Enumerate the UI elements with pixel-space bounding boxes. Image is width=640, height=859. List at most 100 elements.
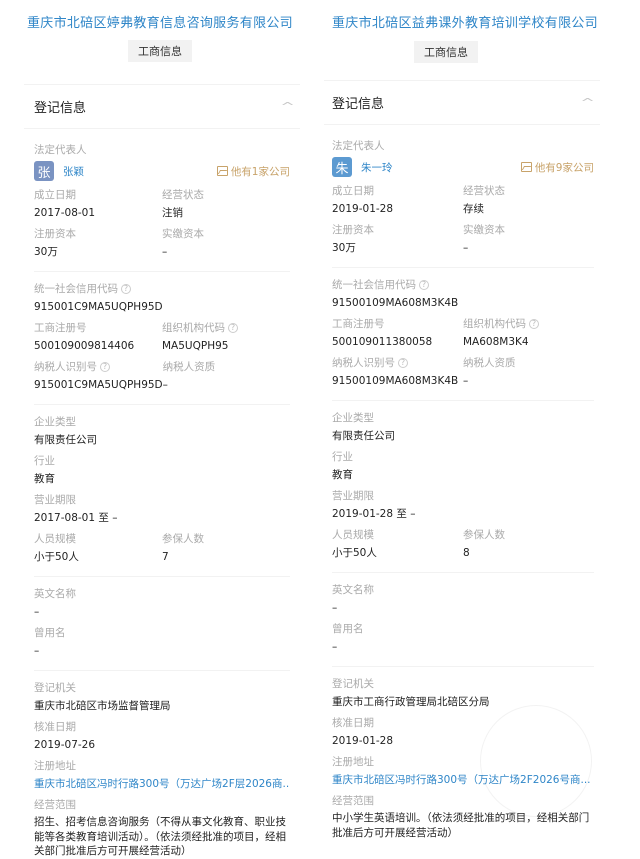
divider — [332, 666, 594, 667]
approval-date-value: 2019-07-26 — [34, 739, 96, 751]
other-companies-link[interactable]: 他有9家公司 — [520, 160, 594, 175]
registration-content: 法定代表人 朱 朱一玲 他有9家公司 成立日期 2019-01-28 经营状态 … — [320, 139, 640, 840]
address-label: 注册地址 — [34, 760, 76, 772]
paid-capital-label: 实缴资本 — [463, 224, 505, 236]
status-value: 存续 — [463, 203, 484, 215]
collapse-chevron-icon[interactable]: ^ — [580, 96, 595, 109]
registration-content: 法定代表人 张 张颖 他有1家公司 成立日期 2017-08-01 经营状态 注… — [0, 143, 320, 859]
taxpayer-id-label: 纳税人识别号 — [34, 361, 97, 373]
english-name-label: 英文名称 — [332, 584, 374, 596]
staff-size-value: 小于50人 — [332, 547, 377, 559]
term-label: 营业期限 — [332, 490, 374, 502]
divider — [34, 576, 290, 577]
reg-no-value: 500109009814406 — [34, 340, 135, 352]
avatar: 张 — [34, 161, 54, 181]
org-code-value: MA5UQPH95 — [162, 340, 229, 352]
industry-value: 教育 — [332, 469, 353, 481]
help-icon[interactable]: ? — [419, 280, 429, 290]
founded-label: 成立日期 — [332, 185, 374, 197]
avatar: 朱 — [332, 157, 352, 177]
legal-rep-name-link[interactable]: 张颖 — [63, 164, 84, 179]
insured-label: 参保人数 — [463, 529, 505, 541]
address-link[interactable]: 重庆市北碚区冯时行路300号（万达广场2F层2026商... — [34, 777, 290, 791]
reg-capital-label: 注册资本 — [34, 228, 76, 240]
taxpayer-qual-label: 纳税人资质 — [463, 357, 516, 369]
authority-value: 重庆市工商行政管理局北碚区分局 — [332, 696, 490, 708]
term-label: 营业期限 — [34, 494, 76, 506]
legal-rep-name-link[interactable]: 朱一玲 — [361, 160, 393, 175]
collapse-chevron-icon[interactable]: ^ — [280, 100, 295, 113]
company-type-value: 有限责任公司 — [332, 430, 395, 442]
help-icon[interactable]: ? — [398, 358, 408, 368]
paid-capital-value: – — [463, 242, 469, 254]
divider — [332, 572, 594, 573]
help-icon[interactable]: ? — [228, 323, 238, 333]
english-name-value: – — [34, 606, 40, 618]
status-label: 经营状态 — [162, 189, 204, 201]
reg-no-value: 500109011380058 — [332, 336, 433, 348]
credit-code-label: 统一社会信用代码 — [332, 279, 416, 291]
company-panel-left: 重庆市北碚区婷弗教育信息咨询服务有限公司 工商信息 登记信息 ^ 法定代表人 张… — [0, 0, 320, 859]
company-name[interactable]: 重庆市北碚区婷弗教育信息咨询服务有限公司 — [0, 12, 320, 31]
reg-no-label: 工商注册号 — [34, 322, 87, 334]
insured-label: 参保人数 — [162, 533, 204, 545]
reg-capital-value: 30万 — [34, 246, 58, 258]
staff-size-label: 人员规模 — [34, 533, 76, 545]
watermark-stamp — [480, 705, 592, 817]
credit-code-value: 91500109MA608M3K4B — [332, 297, 459, 309]
industry-label: 行业 — [34, 455, 55, 467]
former-name-value: – — [332, 641, 338, 653]
staff-size-label: 人员规模 — [332, 529, 374, 541]
term-value: 2017-08-01 至 – — [34, 512, 118, 524]
legal-rep-row: 张 张颖 他有1家公司 — [34, 161, 290, 181]
company-chart-icon — [520, 162, 532, 172]
taxpayer-qual-value: – — [463, 375, 469, 387]
company-type-label: 企业类型 — [34, 416, 76, 428]
taxpayer-id-value: 915001C9MA5UQPH95D — [34, 379, 163, 391]
legal-rep-label: 法定代表人 — [34, 144, 87, 156]
taxpayer-id-label: 纳税人识别号 — [332, 357, 395, 369]
status-label: 经营状态 — [463, 185, 505, 197]
divider — [332, 400, 594, 401]
company-panel-right: 重庆市北碚区益弗课外教育培训学校有限公司 工商信息 登记信息 ^ 法定代表人 朱… — [320, 0, 640, 840]
company-type-value: 有限责任公司 — [34, 434, 97, 446]
reg-capital-value: 30万 — [332, 242, 356, 254]
status-value: 注销 — [162, 207, 183, 219]
section-header-registration[interactable]: 登记信息 ^ — [24, 84, 300, 129]
former-name-value: – — [34, 645, 40, 657]
org-code-label: 组织机构代码 — [162, 322, 225, 334]
divider — [34, 404, 290, 405]
former-name-label: 曾用名 — [332, 623, 364, 635]
section-title: 登记信息 — [34, 101, 87, 116]
scope-label: 经营范围 — [34, 799, 76, 811]
industry-value: 教育 — [34, 473, 55, 485]
taxpayer-qual-value: – — [162, 379, 168, 391]
section-header-registration[interactable]: 登记信息 ^ — [324, 80, 600, 125]
paid-capital-value: – — [162, 246, 168, 258]
authority-label: 登记机关 — [34, 682, 76, 694]
divider — [34, 271, 290, 272]
authority-label: 登记机关 — [332, 678, 374, 690]
reg-no-label: 工商注册号 — [332, 318, 385, 330]
help-icon[interactable]: ? — [121, 284, 131, 294]
staff-size-value: 小于50人 — [34, 551, 79, 563]
help-icon[interactable]: ? — [529, 319, 539, 329]
taxpayer-id-value: 91500109MA608M3K4B — [332, 375, 459, 387]
help-icon[interactable]: ? — [100, 362, 110, 372]
section-title: 登记信息 — [332, 97, 385, 112]
company-name[interactable]: 重庆市北碚区益弗课外教育培训学校有限公司 — [290, 12, 640, 31]
tab-business-info[interactable]: 工商信息 — [128, 40, 192, 62]
credit-code-value: 915001C9MA5UQPH95D — [34, 301, 163, 313]
other-companies-link[interactable]: 他有1家公司 — [216, 164, 290, 179]
insured-value: 8 — [463, 547, 470, 559]
founded-value: 2017-08-01 — [34, 207, 96, 219]
taxpayer-qual-label: 纳税人资质 — [162, 361, 216, 373]
org-code-value: MA608M3K4 — [463, 336, 529, 348]
other-companies-text: 他有9家公司 — [534, 161, 594, 174]
founded-label: 成立日期 — [34, 189, 76, 201]
divider — [34, 670, 290, 671]
tab-business-info[interactable]: 工商信息 — [414, 41, 478, 63]
other-companies-text: 他有1家公司 — [230, 165, 290, 178]
industry-label: 行业 — [332, 451, 353, 463]
reg-capital-label: 注册资本 — [332, 224, 374, 236]
